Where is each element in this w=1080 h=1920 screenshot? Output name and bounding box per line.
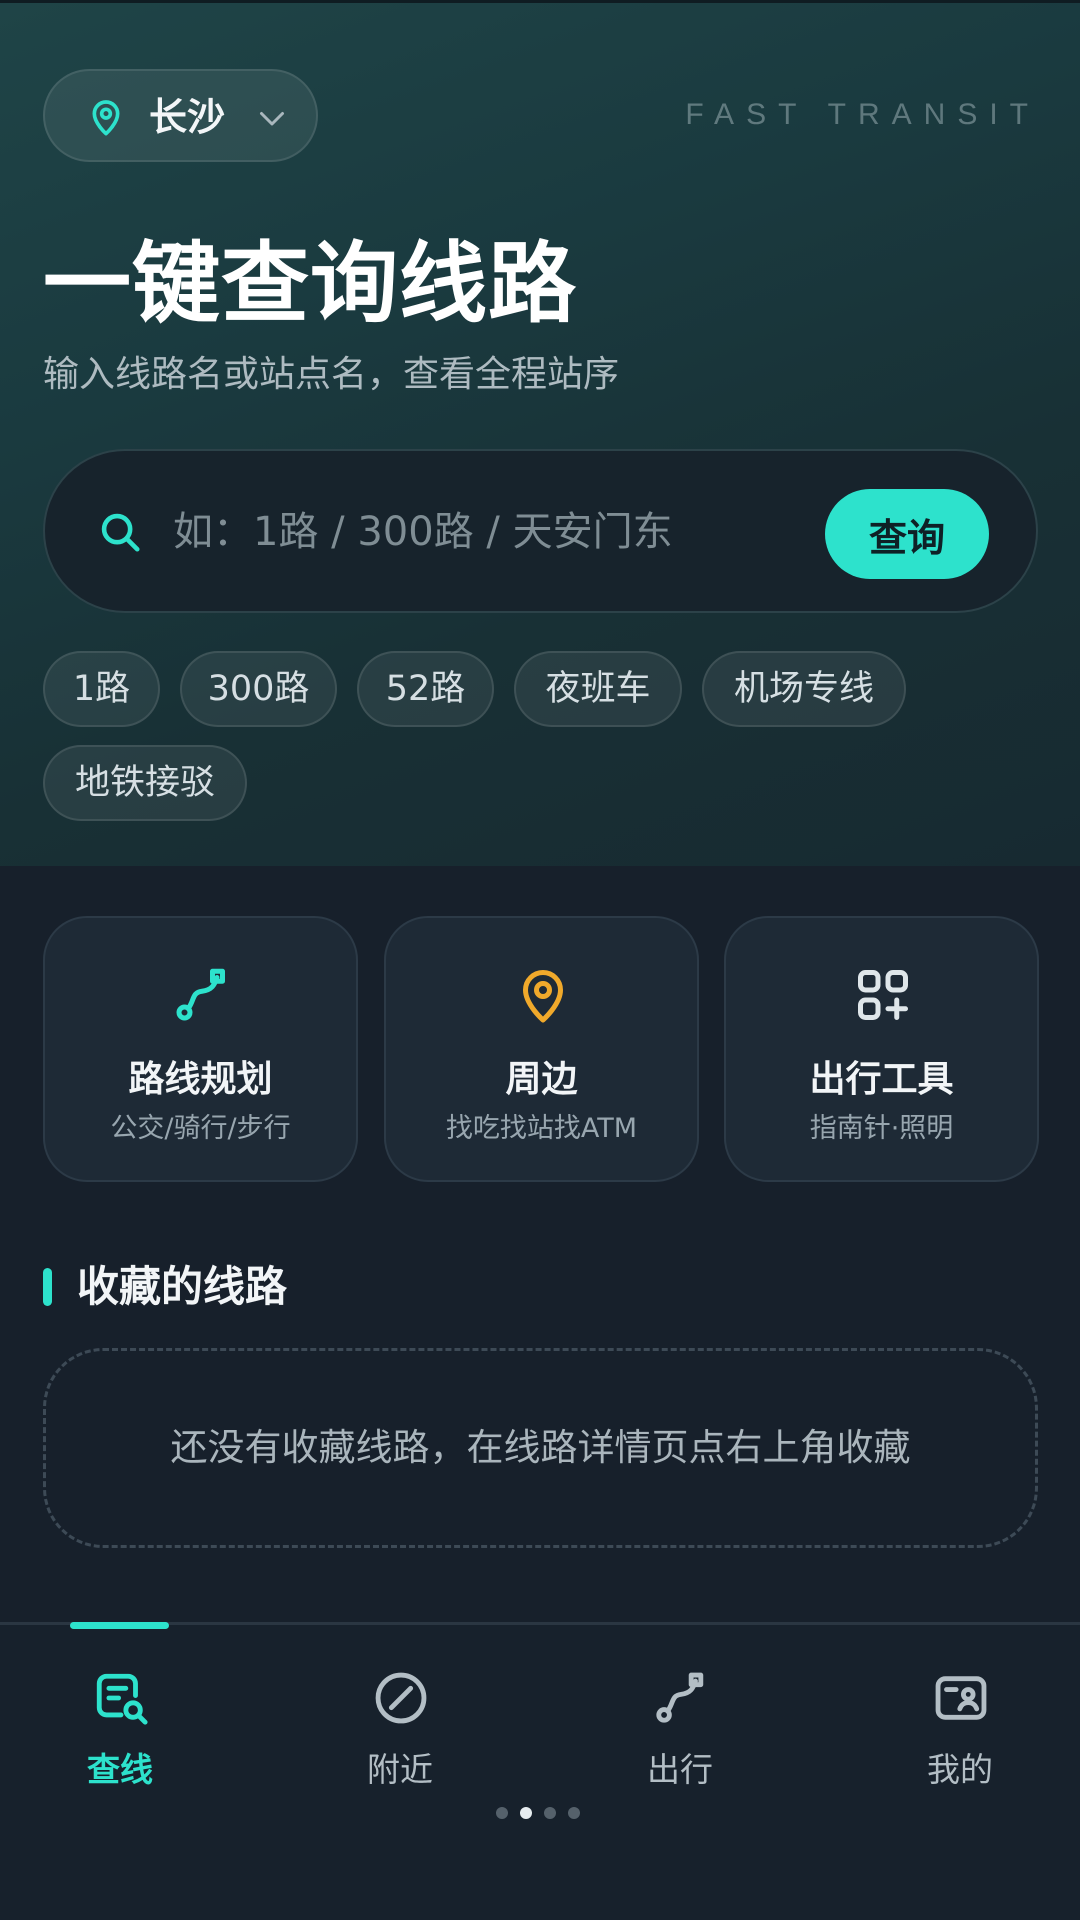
city-name: 长沙 — [149, 95, 226, 139]
search-icon — [101, 513, 140, 552]
tab-label: 附近 — [367, 1750, 433, 1789]
chip-airport-line[interactable]: 机场专线 — [702, 651, 906, 727]
search-bar: 查询 — [43, 449, 1038, 613]
route-icon — [656, 1672, 704, 1723]
favorites-title: 收藏的线路 — [77, 1262, 288, 1311]
chip-1-route[interactable]: 1路 — [43, 651, 160, 727]
feature-title: 出行工具 — [809, 1059, 954, 1100]
route-icon — [176, 968, 225, 1021]
bottom-nav: 查线 附近 出行 我的 — [0, 1622, 1080, 1920]
section-accent-bar — [43, 1268, 52, 1306]
tab-label: 查线 — [87, 1750, 153, 1789]
search-button[interactable]: 查询 — [825, 489, 989, 579]
location-pin-icon — [523, 970, 563, 1023]
feature-title: 路线规划 — [128, 1059, 273, 1100]
hero-section: 长沙 FAST TRANSIT 一键查询线路 输入线路名或站点名，查看全程站序 … — [0, 0, 1080, 866]
location-pin-icon — [92, 100, 120, 136]
tab-travel[interactable]: 出行 — [580, 1647, 780, 1789]
feature-card-travel-tools[interactable]: 出行工具 指南针·照明 — [724, 916, 1039, 1182]
feature-card-nearby[interactable]: 周边 找吃找站找ATM — [384, 916, 699, 1182]
tab-label: 我的 — [927, 1750, 993, 1789]
feature-subtitle: 公交/骑行/步行 — [110, 1113, 291, 1144]
page-dot-active — [520, 1807, 532, 1819]
page-dot — [544, 1807, 556, 1819]
feature-title: 周边 — [505, 1059, 578, 1100]
compass-icon — [375, 1672, 427, 1724]
search-input[interactable] — [173, 497, 733, 567]
brand-wordmark: FAST TRANSIT — [685, 98, 1040, 131]
tab-nearby[interactable]: 附近 — [300, 1647, 500, 1789]
page-title: 一键查询线路 — [43, 232, 578, 335]
search-list-icon — [96, 1673, 148, 1725]
tab-profile[interactable]: 我的 — [860, 1647, 1060, 1789]
active-tab-indicator — [70, 1622, 169, 1629]
feature-subtitle: 找吃找站找ATM — [445, 1113, 638, 1144]
apps-add-icon — [858, 970, 908, 1020]
favorites-empty-state: 还没有收藏线路，在线路详情页点右上角收藏 — [43, 1348, 1038, 1548]
feature-subtitle: 指南针·照明 — [809, 1113, 954, 1144]
tab-search-lines[interactable]: 查线 — [20, 1647, 220, 1789]
chip-300-route[interactable]: 300路 — [180, 651, 337, 727]
tab-label: 出行 — [647, 1750, 713, 1789]
app-screen: 长沙 FAST TRANSIT 一键查询线路 输入线路名或站点名，查看全程站序 … — [0, 0, 1080, 1920]
page-dot — [496, 1807, 508, 1819]
chip-metro-shuttle[interactable]: 地铁接驳 — [43, 745, 247, 821]
feature-card-route-planning[interactable]: 路线规划 公交/骑行/步行 — [43, 916, 358, 1182]
page-subtitle: 输入线路名或站点名，查看全程站序 — [43, 354, 620, 395]
chevron-down-icon — [260, 112, 284, 126]
chip-52-route[interactable]: 52路 — [357, 651, 494, 727]
city-selector[interactable]: 长沙 — [43, 69, 318, 162]
profile-card-icon — [935, 1676, 987, 1720]
page-dot — [568, 1807, 580, 1819]
chip-night-bus[interactable]: 夜班车 — [514, 651, 682, 727]
